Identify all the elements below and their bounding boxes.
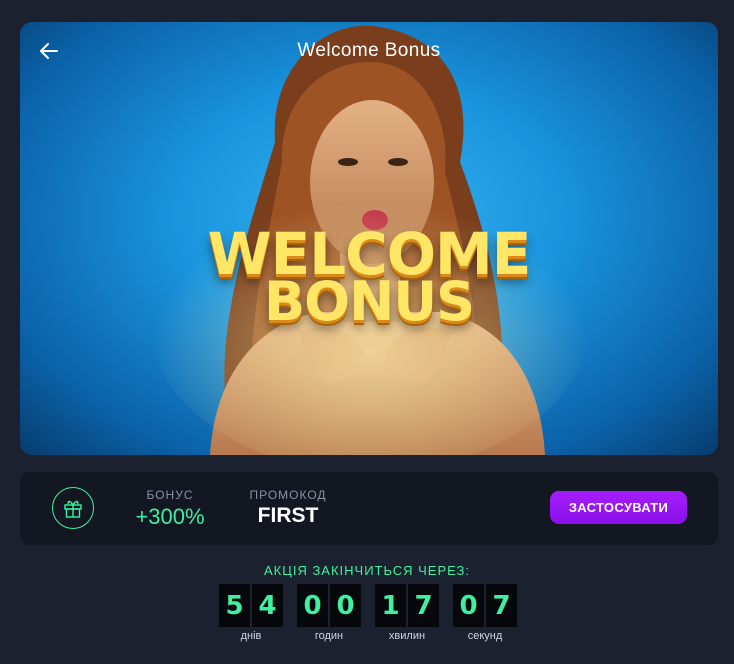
- banner-overlay-line-2: BONUS: [264, 270, 475, 333]
- promo-code-value: FIRST: [257, 504, 319, 527]
- bonus-block: БОНУС +300%: [135, 488, 205, 530]
- countdown-minutes: 1 7 хвилин: [375, 584, 439, 642]
- countdown-digit: 5: [219, 584, 250, 627]
- countdown-unit-label: днів: [240, 630, 262, 642]
- page-title: Welcome Bonus: [297, 40, 441, 61]
- countdown-digit: 0: [330, 584, 361, 627]
- apply-button[interactable]: ЗАСТОСУВАТИ: [550, 491, 687, 524]
- countdown-digit: 7: [486, 584, 517, 627]
- promo-label: ПРОМОКОД: [249, 488, 327, 502]
- countdown-digit: 0: [453, 584, 484, 627]
- bonus-label: БОНУС: [146, 488, 194, 502]
- countdown-unit-label: хвилин: [388, 630, 426, 642]
- countdown-unit-label: годин: [314, 630, 344, 642]
- countdown-days: 5 4 днів: [219, 584, 283, 642]
- countdown-unit-label: секунд: [467, 630, 503, 642]
- bonus-info-bar: БОНУС +300% ПРОМОКОД FIRST ЗАСТОСУВАТИ: [20, 472, 718, 545]
- countdown-seconds: 0 7 секунд: [453, 584, 517, 642]
- countdown-digit: 7: [408, 584, 439, 627]
- gift-icon: [64, 500, 82, 518]
- countdown-timer: 5 4 днів 0 0 годин 1 7 хвилин 0 7 секунд: [219, 584, 519, 648]
- countdown-label: АКЦІЯ ЗАКІНЧИТЬСЯ ЧЕРЕЗ:: [263, 563, 470, 578]
- bonus-value: +300%: [135, 504, 205, 529]
- countdown-digit: 4: [252, 584, 283, 627]
- countdown-hours: 0 0 годин: [297, 584, 361, 642]
- gift-badge: [52, 487, 94, 529]
- countdown-digit: 0: [297, 584, 328, 627]
- countdown-digit: 1: [375, 584, 406, 627]
- welcome-bonus-banner: WELCOME BONUS Welcome Bonus: [20, 22, 718, 455]
- promo-block: ПРОМОКОД FIRST: [248, 488, 328, 528]
